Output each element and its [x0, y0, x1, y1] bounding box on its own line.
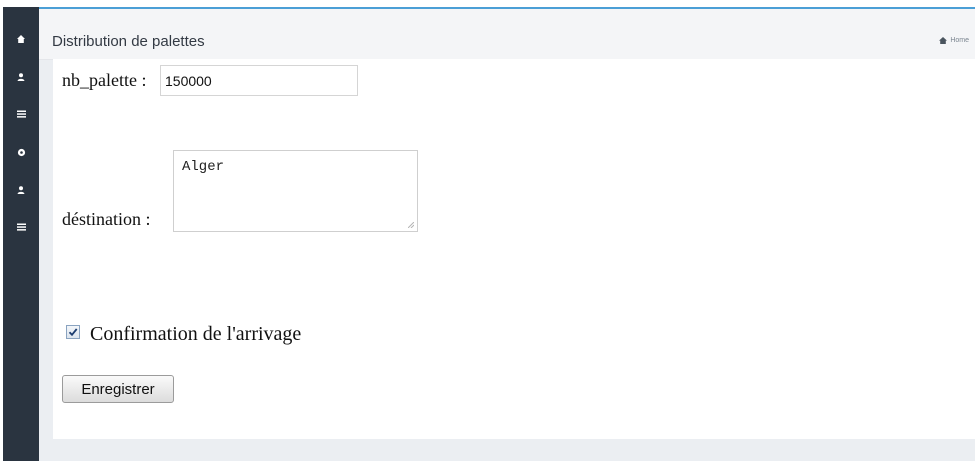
nb-palette-input[interactable]	[160, 65, 358, 96]
save-button[interactable]: Enregistrer	[62, 375, 174, 403]
settings-icon[interactable]	[3, 145, 39, 159]
checkmark-icon	[68, 328, 78, 337]
home-icon	[939, 37, 948, 44]
user-icon[interactable]	[3, 70, 39, 84]
breadcrumb-home-link[interactable]: Home	[950, 37, 969, 44]
confirmation-label[interactable]: Confirmation de l'arrivage	[90, 323, 301, 346]
breadcrumb[interactable]: Home	[939, 37, 969, 44]
sidebar	[3, 7, 39, 461]
page-header: Distribution de palettes Home	[39, 9, 975, 60]
list-icon[interactable]	[3, 220, 39, 234]
nb-palette-label: nb_palette :	[62, 70, 147, 90]
destination-label: déstination :	[62, 209, 151, 229]
page-title: Distribution de palettes	[52, 33, 205, 50]
user-icon[interactable]	[3, 183, 39, 197]
list-icon[interactable]	[3, 107, 39, 121]
home-icon[interactable]	[3, 32, 39, 46]
resize-grip-icon[interactable]	[408, 222, 414, 228]
confirmation-checkbox[interactable]	[66, 325, 80, 339]
destination-textarea[interactable]: Alger	[173, 150, 418, 232]
form-panel: nb_palette : déstination : Alger Confirm…	[53, 59, 975, 439]
